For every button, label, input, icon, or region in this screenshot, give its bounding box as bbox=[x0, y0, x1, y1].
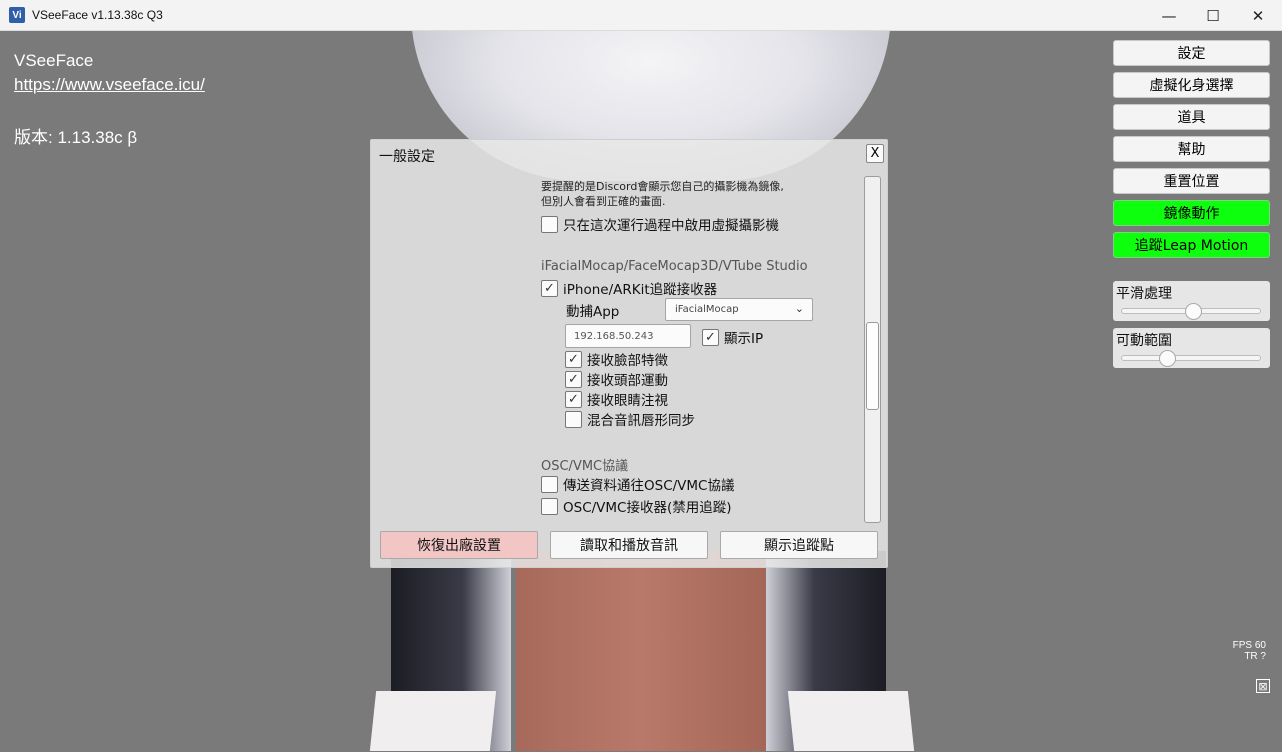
smoothing-slider-thumb[interactable] bbox=[1185, 303, 1203, 320]
osc-receive-row[interactable]: OSC/VMC接收器(禁用追蹤) bbox=[541, 496, 732, 516]
mocap-app-select[interactable]: iFacialMocap ⌄ bbox=[665, 298, 813, 321]
iphone-receiver-checkbox[interactable]: ✓ bbox=[541, 279, 558, 297]
reset-position-button[interactable]: 重置位置 bbox=[1113, 168, 1270, 194]
avatar-cuff-right bbox=[787, 691, 915, 751]
virtual-cam-once-checkbox[interactable] bbox=[541, 215, 558, 233]
virtual-cam-once-row[interactable]: 只在這次運行過程中啟用虛擬攝影機 bbox=[541, 214, 779, 234]
show-ip-checkbox[interactable]: ✓ bbox=[702, 328, 719, 346]
smoothing-label: 平滑處理 bbox=[1116, 286, 1172, 302]
receive-face-checkbox[interactable]: ✓ bbox=[565, 350, 582, 368]
avatar-select-button[interactable]: 虛擬化身選擇 bbox=[1113, 72, 1270, 98]
range-slider-box: 可動範圍 bbox=[1113, 328, 1270, 368]
osc-send-label: 傳送資料通往OSC/VMC協議 bbox=[563, 478, 735, 494]
avatar-cuff-left bbox=[369, 691, 497, 751]
show-ip-label: 顯示IP bbox=[724, 331, 764, 347]
app-icon: Vi bbox=[9, 7, 25, 23]
receive-head-label: 接收頭部運動 bbox=[587, 373, 668, 389]
range-label: 可動範圍 bbox=[1116, 333, 1172, 349]
audio-lipsync-checkbox[interactable] bbox=[565, 410, 582, 428]
tracking-readout: TR ? bbox=[1244, 651, 1266, 662]
chevron-down-icon: ⌄ bbox=[794, 302, 804, 315]
leap-motion-button[interactable]: 追蹤Leap Motion bbox=[1113, 232, 1270, 258]
props-button[interactable]: 道具 bbox=[1113, 104, 1270, 130]
iphone-receiver-row[interactable]: ✓ iPhone/ARKit追蹤接收器 bbox=[541, 278, 717, 298]
maximize-button[interactable]: ☐ bbox=[1190, 0, 1236, 31]
dialog-close-button[interactable]: X bbox=[866, 144, 884, 163]
range-track[interactable] bbox=[1121, 355, 1261, 361]
website-link[interactable]: https://www.vseeface.icu/ bbox=[14, 75, 205, 95]
close-window-button[interactable]: ✕ bbox=[1235, 0, 1281, 31]
toggle-ui-icon[interactable]: ⊠ bbox=[1256, 679, 1270, 693]
window-title: VSeeFace v1.13.38c Q3 bbox=[32, 8, 163, 22]
receive-head-row[interactable]: ✓ 接收頭部運動 bbox=[565, 369, 668, 389]
receive-face-label: 接收臉部特徵 bbox=[587, 353, 668, 369]
osc-section-title: OSC/VMC協議 bbox=[541, 459, 629, 474]
show-tracking-points-button[interactable]: 顯示追蹤點 bbox=[720, 531, 878, 559]
status-readout: FPS 60 TR ? bbox=[1226, 640, 1266, 662]
ifacial-section-title: iFacialMocap/FaceMocap3D/VTube Studio bbox=[541, 259, 808, 274]
osc-send-row[interactable]: 傳送資料通往OSC/VMC協議 bbox=[541, 474, 734, 494]
load-play-audio-button[interactable]: 讀取和播放音訊 bbox=[550, 531, 708, 559]
factory-reset-button[interactable]: 恢復出廠設置 bbox=[380, 531, 538, 559]
version-label: 版本: 1.13.38c β bbox=[14, 128, 138, 147]
osc-send-checkbox[interactable] bbox=[541, 475, 558, 493]
show-ip-row[interactable]: ✓ 顯示IP bbox=[702, 327, 763, 347]
iphone-receiver-label: iPhone/ARKit追蹤接收器 bbox=[563, 282, 718, 298]
osc-receive-label: OSC/VMC接收器(禁用追蹤) bbox=[563, 500, 732, 516]
receive-eye-label: 接收眼睛注視 bbox=[587, 393, 668, 409]
settings-button[interactable]: 設定 bbox=[1113, 40, 1270, 66]
dialog-scrollbar[interactable] bbox=[864, 176, 881, 523]
receive-eye-row[interactable]: ✓ 接收眼睛注視 bbox=[565, 389, 668, 409]
discord-note-line1: 要提醒的是Discord會顯示您自己的攝影機為鏡像, bbox=[541, 180, 784, 193]
general-settings-dialog: 一般設定 X 要提醒的是Discord會顯示您自己的攝影機為鏡像, 但別人會看到… bbox=[370, 139, 888, 568]
virtual-cam-once-label: 只在這次運行過程中啟用虛擬攝影機 bbox=[563, 218, 779, 234]
audio-lipsync-row[interactable]: 混合音訊唇形同步 bbox=[565, 409, 695, 429]
receive-head-checkbox[interactable]: ✓ bbox=[565, 370, 582, 388]
dialog-scrollbar-thumb[interactable] bbox=[866, 322, 879, 410]
title-bar: Vi VSeeFace v1.13.38c Q3 — ☐ ✕ bbox=[0, 0, 1282, 31]
mirror-motion-button[interactable]: 鏡像動作 bbox=[1113, 200, 1270, 226]
dialog-content: 要提醒的是Discord會顯示您自己的攝影機為鏡像, 但別人會看到正確的畫面. … bbox=[371, 140, 861, 523]
range-slider-thumb[interactable] bbox=[1158, 350, 1176, 367]
receive-eye-checkbox[interactable]: ✓ bbox=[565, 390, 582, 408]
app-name-label: VSeeFace bbox=[14, 51, 94, 70]
mocap-app-label: 動捕App bbox=[566, 304, 620, 320]
osc-receive-checkbox[interactable] bbox=[541, 497, 558, 515]
minimize-button[interactable]: — bbox=[1146, 0, 1192, 31]
fps-readout: FPS 60 bbox=[1232, 640, 1266, 651]
ip-address-value: 192.168.50.243 bbox=[574, 330, 654, 342]
avatar-torso bbox=[516, 551, 766, 751]
mocap-app-value: iFacialMocap bbox=[675, 304, 739, 315]
help-button[interactable]: 幫助 bbox=[1113, 136, 1270, 162]
ip-address-field[interactable]: 192.168.50.243 bbox=[565, 324, 691, 348]
audio-lipsync-label: 混合音訊唇形同步 bbox=[587, 413, 695, 429]
receive-face-row[interactable]: ✓ 接收臉部特徵 bbox=[565, 349, 668, 369]
discord-note-line2: 但別人會看到正確的畫面. bbox=[541, 195, 666, 208]
smoothing-slider-box: 平滑處理 bbox=[1113, 281, 1270, 321]
